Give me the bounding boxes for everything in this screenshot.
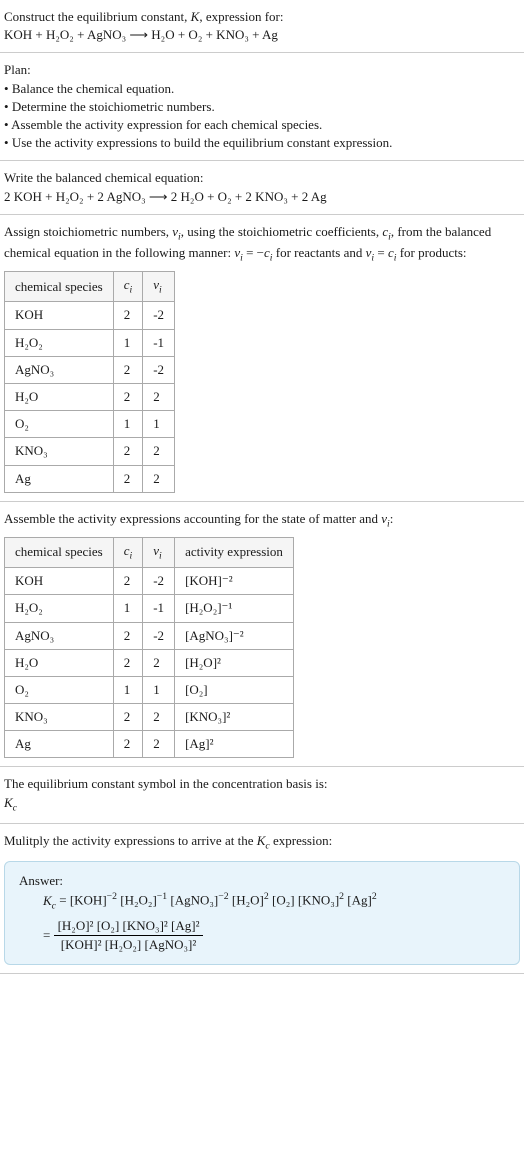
plan-item: Determine the stoichiometric numbers.: [4, 98, 520, 116]
table-row: H₂O22: [5, 383, 175, 410]
plan-title: Plan:: [4, 61, 520, 79]
fraction-denominator: [KOH]² [H₂O₂] [AgNO₃]²: [54, 936, 204, 954]
answer-label: Answer:: [19, 872, 505, 890]
header-section: Construct the equilibrium constant, K, e…: [0, 0, 524, 53]
activity-section: Assemble the activity expressions accoun…: [0, 502, 524, 768]
table-row: O₂11: [5, 411, 175, 438]
table-row: KNO₃22[KNO₃]²: [5, 704, 294, 731]
plan-list: Balance the chemical equation. Determine…: [4, 80, 520, 153]
balanced-section: Write the balanced chemical equation: 2 …: [0, 161, 524, 214]
answer-box: Answer: Kc = [KOH]−2 [H₂O₂]−1 [AgNO₃]−2 …: [4, 861, 520, 965]
answer-fraction: = [H₂O]² [O₂] [KNO₃]² [Ag]² [KOH]² [H₂O₂…: [19, 917, 505, 954]
header-title: Construct the equilibrium constant, K, e…: [4, 8, 520, 26]
table-row: Ag22[Ag]²: [5, 731, 294, 758]
activity-table: chemical species ci νi activity expressi…: [4, 537, 294, 759]
table-row: H₂O22[H₂O]²: [5, 649, 294, 676]
th-vi: νi: [143, 272, 175, 302]
stoich-section: Assign stoichiometric numbers, νi, using…: [0, 215, 524, 502]
answer-line1: Kc = [KOH]−2 [H₂O₂]−1 [AgNO₃]−2 [H₂O]2 […: [19, 890, 505, 913]
plan-section: Plan: Balance the chemical equation. Det…: [0, 53, 524, 161]
multiply-section: Mulitply the activity expressions to arr…: [0, 824, 524, 974]
plan-item: Balance the chemical equation.: [4, 80, 520, 98]
table-row: H₂O₂1-1: [5, 329, 175, 356]
table-row: KNO₃22: [5, 438, 175, 465]
symbol-line2: Kc: [4, 794, 520, 815]
th-expr: activity expression: [175, 537, 294, 567]
table-row: KOH2-2: [5, 302, 175, 329]
th-ci: ci: [113, 537, 143, 567]
balanced-equation: 2 KOH + H₂O₂ + 2 AgNO₃ ⟶ 2 H₂O + O₂ + 2 …: [4, 188, 520, 206]
table-row: AgNO₃2-2[AgNO₃]⁻²: [5, 622, 294, 649]
header-equation: KOH + H₂O₂ + AgNO₃ ⟶ H₂O + O₂ + KNO₃ + A…: [4, 26, 520, 44]
th-species: chemical species: [5, 537, 114, 567]
table-row: H₂O₂1-1[H₂O₂]⁻¹: [5, 595, 294, 622]
th-vi: νi: [143, 537, 175, 567]
fraction-numerator: [H₂O]² [O₂] [KNO₃]² [Ag]²: [54, 917, 204, 936]
th-species: chemical species: [5, 272, 114, 302]
balanced-title: Write the balanced chemical equation:: [4, 169, 520, 187]
plan-item: Use the activity expressions to build th…: [4, 134, 520, 152]
activity-intro: Assemble the activity expressions accoun…: [4, 510, 520, 531]
multiply-intro: Mulitply the activity expressions to arr…: [4, 832, 520, 853]
table-row: Ag22: [5, 465, 175, 492]
symbol-section: The equilibrium constant symbol in the c…: [0, 767, 524, 823]
table-row: O₂11[O₂]: [5, 676, 294, 703]
table-row: KOH2-2[KOH]⁻²: [5, 568, 294, 595]
plan-item: Assemble the activity expression for eac…: [4, 116, 520, 134]
th-ci: ci: [113, 272, 143, 302]
stoich-intro: Assign stoichiometric numbers, νi, using…: [4, 223, 520, 265]
stoich-table: chemical species ci νi KOH2-2 H₂O₂1-1 Ag…: [4, 271, 175, 493]
symbol-line1: The equilibrium constant symbol in the c…: [4, 775, 520, 793]
table-row: AgNO₃2-2: [5, 356, 175, 383]
